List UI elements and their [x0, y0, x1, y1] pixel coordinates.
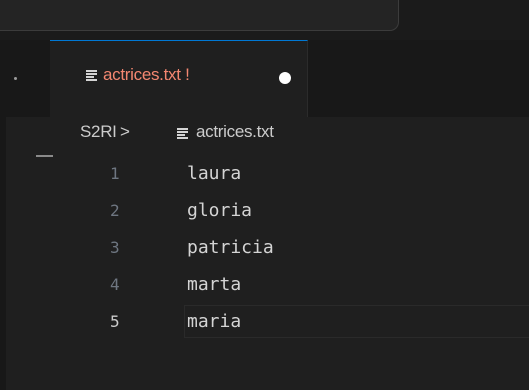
breadcrumb-file[interactable]: actrices.txt	[196, 122, 274, 142]
tab-actrices-txt[interactable]: actrices.txt !	[50, 40, 308, 117]
line-text[interactable]: patricia	[187, 234, 274, 262]
tab-previous[interactable]	[0, 40, 51, 117]
editor-tabs: actrices.txt !	[0, 40, 529, 117]
line-text[interactable]: laura	[187, 160, 241, 188]
command-center[interactable]	[0, 0, 399, 31]
side-panel-edge	[0, 117, 6, 390]
line-number: 1	[110, 164, 120, 183]
editor-line[interactable]: 3 patricia	[50, 234, 529, 270]
line-number: 4	[110, 275, 120, 294]
line-number: 3	[110, 238, 120, 257]
unsaved-dot-icon[interactable]	[279, 72, 291, 84]
code-editor[interactable]: 1 laura 2 gloria 3 patricia 4 marta 5 ma…	[50, 160, 529, 340]
line-text[interactable]: maria	[187, 308, 241, 336]
editor-line-current[interactable]: 5 maria	[50, 305, 529, 344]
title-bar	[0, 0, 529, 40]
editor-line[interactable]: 2 gloria	[50, 197, 529, 233]
breadcrumb-folder[interactable]: S2RI	[80, 122, 117, 142]
tab-overflow-icon	[14, 77, 17, 80]
editor-line[interactable]: 1 laura	[50, 160, 529, 196]
text-file-icon	[177, 128, 188, 140]
scroll-indicator	[36, 155, 53, 157]
line-number: 2	[110, 201, 120, 220]
editor-line[interactable]: 4 marta	[50, 271, 529, 307]
text-file-icon	[86, 70, 97, 82]
line-text[interactable]: gloria	[187, 197, 252, 225]
line-number: 5	[110, 312, 120, 331]
line-text[interactable]: marta	[187, 271, 241, 299]
breadcrumb-separator: >	[120, 122, 130, 141]
tab-label: actrices.txt !	[103, 65, 190, 84]
